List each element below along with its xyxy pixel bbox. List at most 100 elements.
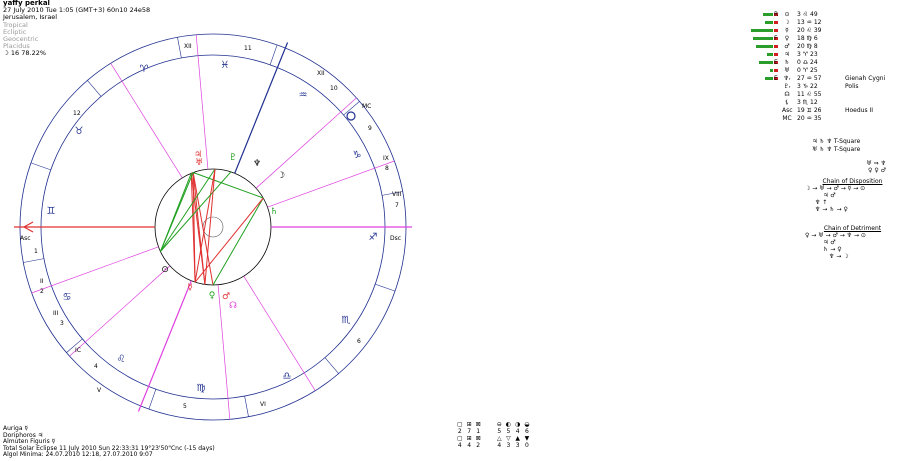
mod-glyph: ⊞: [466, 435, 472, 442]
house-number: 6: [357, 338, 361, 345]
planet-glyph: ♀: [784, 35, 790, 42]
zodiac-sign: ♉: [75, 126, 84, 137]
modality-row-2-values: 4 4 2 4 3 3 0: [455, 442, 532, 449]
zodiac-sign: ♐: [369, 232, 378, 243]
chart-footer: Auriga ☿ Doriphoros ♃ Almuten Figuris ☿ …: [3, 425, 215, 459]
planet-glyph: ♆: [253, 159, 261, 169]
planet-position: 18 ♍ 6: [797, 35, 818, 42]
planet-glyph: ♀: [209, 291, 216, 301]
planet-glyph: ♃: [784, 51, 790, 58]
disposition-line-4: ♆ → ♄ → ♀: [815, 206, 848, 213]
sign-divider: [30, 162, 51, 171]
planet-row: ♇ᵣ 3 ♑ 22 Polis: [752, 83, 900, 91]
planet-position: 19 ♊ 26: [797, 107, 822, 114]
planet-row: ☿ 20 ♌ 39: [751, 27, 900, 35]
modality-row-1-values: 2 7 1 5 5 4 6: [455, 428, 532, 435]
strength-bar: [756, 45, 773, 48]
planet-fixed-star: Gienah Cygni: [845, 75, 886, 82]
chain-top-line-1: ♅ ⇒ ♆: [866, 160, 886, 167]
mod-value: 0: [524, 442, 529, 449]
modality-row-1-glyphs: ▢ ⊞ ⊠ ⊖ ◐ ◑ ◒: [455, 421, 532, 428]
mod-glyph: ⊠: [475, 421, 481, 428]
planet-row: ⚸ 3 ♏ 12: [752, 99, 900, 107]
house-number: 10: [330, 85, 338, 92]
mod-value: 3: [515, 442, 520, 449]
planet-row: E ♄ 0 ♎ 24: [752, 59, 900, 67]
planet-glyph: ♂: [784, 43, 790, 50]
mod-glyph: ⊠: [475, 435, 481, 442]
disposition-line-3: ♆ ↑: [815, 199, 828, 206]
mod-glyph: ◑: [515, 421, 521, 428]
mod-glyph: ⊖: [496, 421, 502, 428]
debility-bar: [774, 21, 778, 24]
mod-value: 4: [467, 442, 472, 449]
planet-row: MC 20 ♒ 35: [752, 115, 900, 123]
strength-bar: [751, 29, 773, 32]
house-roman-6: VI: [260, 401, 266, 408]
algol-minima: Algol Minima: 24.07.2010 12:18, 27.07.20…: [3, 451, 153, 459]
modality-element-table: ▢ ⊞ ⊠ ⊖ ◐ ◑ ◒ 2 7 1 5 5 4 6 ▢ ⊞ ⊠ △ ▽ ▲: [455, 421, 532, 449]
angle-label-asc: Asc: [20, 235, 31, 242]
planet-row: E ♆ᵣ 27 ♒ 57 Gienah Cygni: [752, 75, 900, 83]
strength-bar: [770, 69, 773, 72]
zodiac-sign: ♈: [140, 64, 149, 75]
planet-glyph: ♆ᵣ: [783, 75, 791, 82]
sign-divider: [343, 101, 360, 116]
mod-value: 2: [457, 428, 462, 435]
planet-position: 20 ♌ 39: [797, 27, 822, 34]
zodiac-sign: ♊: [47, 206, 56, 217]
mod-glyph: ▢: [457, 435, 463, 442]
house-roman-8: VIII: [392, 191, 402, 198]
planet-glyph: ☊: [229, 301, 237, 311]
house-number: 7: [395, 202, 399, 209]
zodiac-sign: ♑: [353, 150, 362, 161]
planet-row: ☽ 13 ♒ 12: [752, 19, 900, 27]
house-number: 11: [244, 45, 252, 52]
planet-position: 3 ♌ 49: [797, 11, 818, 18]
detriment-line-1: ♀ → ♅ → ♂ → ♆ → ⊙: [805, 232, 866, 239]
planet-fixed-star: Hoedus II: [845, 107, 874, 114]
angle-label-dsc: Dsc: [390, 235, 401, 242]
planet-glyph: ⊙: [161, 265, 169, 275]
disposition-line-1: ☽ → ♅ → ♂ → ☿ → ⊙: [805, 185, 866, 192]
mod-glyph: △: [496, 435, 502, 442]
sign-divider: [177, 37, 182, 58]
disposition-line-2: ♃ ♂: [823, 192, 836, 199]
angle-label-ic: IC: [75, 347, 81, 354]
planet-position: 11 ♌ 55: [797, 91, 822, 98]
zodiac-sign: ♏: [342, 315, 351, 326]
house-number: 2: [40, 288, 44, 295]
chain-of-detriment-title: Chain of Detriment: [823, 225, 882, 232]
debility-bar: [774, 53, 778, 56]
planet-glyph: ☽: [277, 171, 285, 181]
mod-value: 5: [497, 428, 502, 435]
planet-position: 0 ♎ 24: [797, 59, 818, 66]
mod-value: 7: [467, 428, 472, 435]
planet-glyph: ♇: [229, 153, 237, 163]
planet-glyph: ☽: [784, 19, 790, 26]
aspect-pattern-1: ♃ ♄ ♆ T-Square: [812, 138, 861, 145]
planet-row: R ⊙ 3 ♌ 49: [752, 11, 900, 19]
house-roman-9: IX: [383, 155, 389, 162]
sign-divider: [87, 80, 102, 97]
planet-glyph: ♄: [270, 207, 278, 217]
sign-divider: [148, 389, 157, 410]
planet-glyph: ♅: [784, 67, 790, 74]
chains-panel: ♅ ⇒ ♆ ♀ ♀ ♂ Chain of Disposition ☽ → ♅ →…: [805, 160, 900, 260]
strength-bar: [765, 77, 773, 80]
mod-glyph: ▲: [515, 435, 520, 442]
planet-row: ☊ 11 ♌ 55: [752, 91, 900, 99]
house-cusp: [243, 276, 316, 391]
mod-glyph: ▢: [457, 421, 463, 428]
mod-value: 4: [457, 442, 462, 449]
house-number: 9: [368, 125, 372, 132]
strength-bar: [753, 37, 773, 40]
planet-mark: E: [774, 75, 778, 82]
sign-divider: [244, 396, 249, 417]
planet-mark: F: [774, 35, 778, 42]
house-cusp: [31, 246, 159, 294]
detriment-line-4: ♆ → ☽: [829, 253, 849, 260]
sign-divider: [23, 258, 44, 263]
house-roman-12: XII: [184, 43, 192, 50]
house-roman-3: III: [53, 310, 59, 317]
